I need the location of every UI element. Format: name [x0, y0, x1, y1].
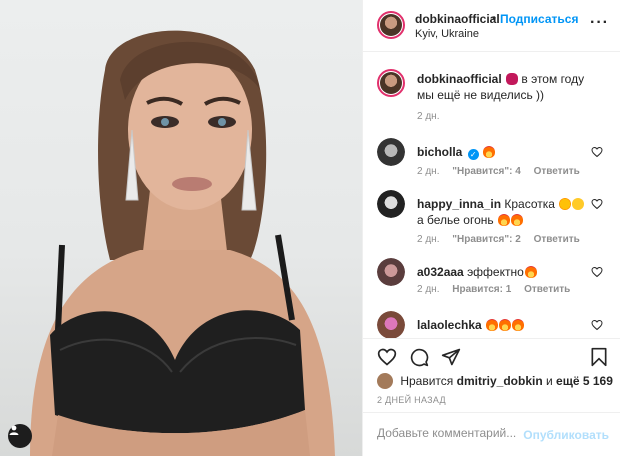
- comment-like-heart-icon[interactable]: [591, 146, 603, 158]
- author-avatar[interactable]: [377, 11, 405, 39]
- comment-time[interactable]: 2 дн.: [417, 234, 439, 245]
- comment-meta: 2 дн. "Нравится": 4 Ответить: [417, 166, 590, 177]
- comment-icon[interactable]: [409, 347, 429, 367]
- likes-count[interactable]: ещё 5 169: [556, 374, 613, 388]
- likes-and: и: [546, 374, 553, 388]
- author-username[interactable]: dobkinaofficial: [415, 12, 500, 26]
- comment-username[interactable]: happy_inna_in: [417, 197, 501, 211]
- comment-likes[interactable]: "Нравится": 2: [452, 234, 521, 245]
- fire-emoji-icon: [486, 319, 499, 331]
- publish-button[interactable]: Опубликовать: [523, 428, 609, 442]
- comment-body: Красотка: [504, 197, 555, 211]
- comment-like-heart-icon[interactable]: [591, 198, 603, 210]
- fire-emoji-icon: [512, 319, 525, 331]
- caption-time[interactable]: 2 дн.: [417, 111, 439, 122]
- liker-avatar[interactable]: [377, 373, 393, 389]
- portrait-image: [30, 30, 335, 456]
- user-tag-icon[interactable]: [8, 424, 32, 448]
- comment-likes[interactable]: "Нравится": 4: [452, 166, 521, 177]
- comment-text: a032aaa эффектно: [417, 264, 587, 280]
- follow-button[interactable]: Подписаться: [500, 12, 578, 26]
- comment-avatar[interactable]: [377, 311, 405, 338]
- comment-avatar[interactable]: [377, 138, 405, 166]
- comment-like-heart-icon[interactable]: [591, 266, 603, 278]
- reply-button[interactable]: Ответить: [524, 284, 570, 295]
- caption-username[interactable]: dobkinaofficial: [417, 72, 502, 86]
- fire-emoji-icon: [483, 146, 496, 158]
- post-date[interactable]: 2 ДНЕЙ НАЗАД: [377, 395, 446, 405]
- verified-badge-icon: ✓: [467, 149, 479, 160]
- action-bar: [363, 338, 620, 372]
- likes-prefix: Нравится: [400, 374, 454, 388]
- comments-list[interactable]: dobkinaofficial в этом году мы ещё не ви…: [363, 53, 620, 338]
- comment-avatar[interactable]: [377, 258, 405, 286]
- comment-username[interactable]: a032aaa: [417, 265, 464, 279]
- caption-text: dobkinaofficial в этом году мы ещё не ви…: [417, 71, 587, 103]
- add-comment-bar: Опубликовать: [363, 412, 620, 456]
- likes-summary: Нравится dmitriy_dobkin и ещё 5 169: [377, 373, 613, 389]
- fire-emoji-icon: [524, 266, 537, 278]
- caption-avatar[interactable]: [377, 69, 405, 97]
- comment-input[interactable]: [377, 426, 527, 440]
- lips-emoji-icon: [506, 73, 519, 85]
- comment-username[interactable]: bicholla: [417, 145, 462, 159]
- comment-avatar[interactable]: [377, 190, 405, 218]
- liker-username[interactable]: dmitriy_dobkin: [457, 374, 543, 388]
- comment-text: happy_inna_in Красотка а белье огонь: [417, 196, 587, 228]
- bookmark-icon[interactable]: [589, 347, 609, 367]
- post-photo[interactable]: [0, 0, 362, 456]
- comment-meta: 2 дн. Нравится: 1 Ответить: [417, 284, 580, 295]
- instagram-post: dobkinaofficial • Подписаться Kyiv, Ukra…: [0, 0, 620, 456]
- heart-icon[interactable]: [377, 347, 397, 367]
- caption-meta: 2 дн.: [417, 111, 449, 122]
- reply-button[interactable]: Ответить: [534, 166, 580, 177]
- comment-time[interactable]: 2 дн.: [417, 166, 439, 177]
- fire-emoji-icon: [497, 214, 510, 226]
- star-struck-emoji-icon: [559, 198, 572, 210]
- post-header: dobkinaofficial • Подписаться Kyiv, Ukra…: [363, 0, 620, 52]
- comment-text: lalaolechka: [417, 317, 587, 333]
- reply-button[interactable]: Ответить: [534, 234, 580, 245]
- fire-emoji-icon: [499, 319, 512, 331]
- comment-likes[interactable]: Нравится: 1: [452, 284, 511, 295]
- smile-emoji-icon: [572, 198, 585, 210]
- comment-meta: 2 дн. "Нравится": 2 Ответить: [417, 234, 590, 245]
- comment-like-heart-icon[interactable]: [591, 319, 603, 331]
- comment-time[interactable]: 2 дн.: [417, 284, 439, 295]
- location-link[interactable]: Kyiv, Ukraine: [415, 28, 479, 40]
- comment-username[interactable]: lalaolechka: [417, 318, 482, 332]
- share-icon[interactable]: [441, 347, 461, 367]
- comment-text: bicholla ✓: [417, 144, 587, 160]
- post-sidebar: dobkinaofficial • Подписаться Kyiv, Ukra…: [362, 0, 620, 456]
- separator-dot: •: [492, 11, 497, 25]
- comment-body-2: а белье огонь: [417, 213, 494, 227]
- fire-emoji-icon: [510, 214, 523, 226]
- more-icon[interactable]: ···: [590, 14, 609, 32]
- comment-body: эффектно: [467, 265, 524, 279]
